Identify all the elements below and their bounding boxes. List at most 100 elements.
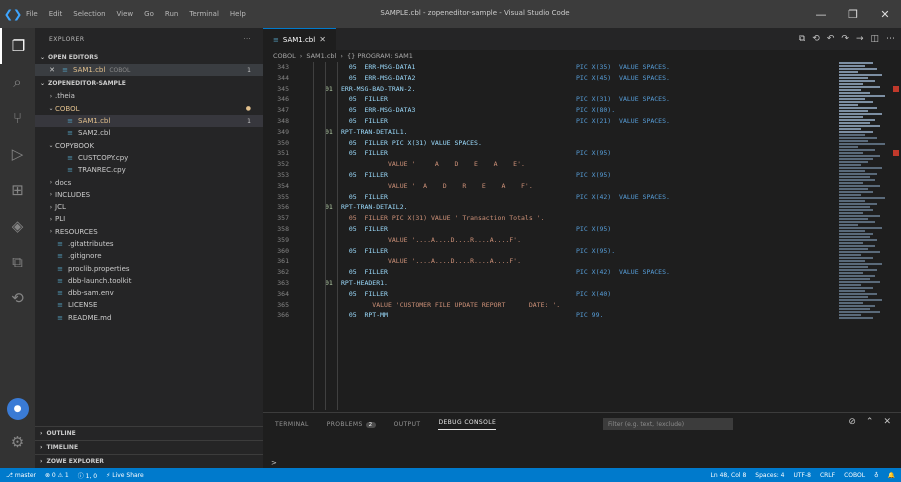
close-panel-icon[interactable]: ✕ [883,417,891,427]
status-item[interactable]: ⎇ master [6,472,36,479]
more-actions-button[interactable]: ··· [244,36,251,43]
tree-item[interactable]: › INCLUDES [35,189,263,201]
tree-item[interactable]: › JCL [35,201,263,213]
more-actions-icon[interactable]: ⋯ [886,34,895,44]
status-item[interactable]: ♁ [874,472,878,479]
source-control-icon[interactable]: ⑂ [0,100,35,136]
menu-item-view[interactable]: View [117,10,134,18]
section-zowe-explorer[interactable]: › ZOWE EXPLORER [35,454,263,468]
section-timeline[interactable]: › TIMELINE [35,440,263,454]
settings-gear-icon[interactable]: ⚙ [0,424,35,460]
section-title: TIMELINE [46,444,79,451]
status-item[interactable]: ⓘ 1, 0 [78,471,97,480]
status-item[interactable]: COBOL [844,472,865,479]
tree-item[interactable]: ≡ dbb-launch.toolkit [35,275,263,287]
tab-problems[interactable]: PROBLEMS 2 [327,421,376,428]
pic-clause: PIC X(45) VALUE SPACES. [576,73,670,82]
tree-item[interactable]: › docs [35,176,263,188]
status-item[interactable]: Spaces: 4 [755,472,784,479]
tree-item[interactable]: ≡ LICENSE [35,299,263,311]
minimap-line [839,86,880,88]
maximize-panel-icon[interactable]: ⌃ [866,417,874,427]
tree-item[interactable]: › PLI [35,213,263,225]
tree-item[interactable]: ≡ SAM2.cbl [35,127,263,139]
tree-item[interactable]: ⌄ COPYBOOK [35,139,263,151]
maximize-button[interactable]: ❐ [837,0,869,28]
minimap-line [839,194,861,196]
search-icon[interactable]: ⌕ [0,64,35,100]
menu-item-help[interactable]: Help [230,10,246,18]
next-change-icon[interactable]: ↷ [841,34,849,44]
code-lines: 343 05 ERR-MSG-DATA1 PIC X(35) VALUE SPAC… [263,62,901,321]
code-line: 351 05 FILLER PIC X(95) [263,148,901,159]
tab-output[interactable]: OUTPUT [394,421,421,428]
debug-console-filter-input[interactable]: Filter (e.g. text, !exclude) [603,418,733,430]
minimap-line [839,224,859,226]
compare-icon[interactable]: ⧉ [799,34,805,44]
status-item[interactable]: Ln 48, Col 8 [711,472,747,479]
status-item[interactable]: ⚡ Live Share [106,472,144,479]
pic-clause: PIC X(21) VALUE SPACES. [576,116,670,125]
pic-clause: PIC X(80). [576,106,616,115]
workspace-section[interactable]: ⌄ ZOPENEDITOR-SAMPLE [35,76,263,90]
breadcrumb-item[interactable]: SAM1.cbl [306,52,336,60]
tab-debug-console[interactable]: DEBUG CONSOLE [438,419,497,430]
menu-item-selection[interactable]: Selection [73,10,105,18]
minimap[interactable] [839,62,887,410]
status-item[interactable]: 🔔 [888,472,895,479]
open-editors-section[interactable]: ⌄ OPEN EDITORS [35,50,263,64]
menu-bar: File Edit Selection View Go Run Terminal Help [26,10,246,18]
section-outline[interactable]: › OUTLINE [35,426,263,440]
clear-console-icon[interactable]: ⊘ [848,417,856,427]
status-item[interactable]: ⊗ 0 ⚠ 1 [45,472,69,479]
cobol-file-icon: ≡ [273,35,279,44]
menu-item-file[interactable]: File [26,10,38,18]
tree-item[interactable]: ≡ proclib.properties [35,262,263,274]
code-line: 361 VALUE '....A....D....R....A....F'. [263,256,901,267]
run-debug-icon[interactable]: ▷ [0,136,35,172]
remote-explorer-icon[interactable]: ⧉ [0,244,35,280]
tree-item[interactable]: ≡ dbb-sam.env [35,287,263,299]
tree-item[interactable]: ≡ .gitattributes [35,238,263,250]
menu-item-run[interactable]: Run [165,10,178,18]
status-item[interactable]: UTF-8 [793,472,811,479]
tree-item[interactable]: ⌄ COBOL ● [35,103,263,115]
menu-item-terminal[interactable]: Terminal [189,10,219,18]
minimize-button[interactable]: — [805,0,837,28]
tree-item[interactable]: › .theia [35,90,263,102]
console-prompt[interactable]: > [271,459,277,467]
live-share-icon[interactable]: ⟲ [0,280,35,316]
tree-item[interactable]: ≡ TRANREC.cpy [35,164,263,176]
minimap-line [839,80,875,82]
explorer-icon[interactable]: ❐ [0,28,35,64]
forward-icon[interactable]: → [856,34,864,44]
tab-sam1-cbl[interactable]: ≡ SAM1.cbl ✕ [263,28,336,50]
tree-item[interactable]: › RESOURCES [35,226,263,238]
tree-item[interactable]: ≡ CUSTCOPY.cpy [35,152,263,164]
close-icon[interactable]: ✕ [47,66,57,74]
data-item: 05 ERR-MSG-DATA3 [341,106,416,115]
close-tab-icon[interactable]: ✕ [319,35,326,44]
go-back-icon[interactable]: ⟲ [812,34,820,44]
split-editor-icon[interactable]: ◫ [870,34,879,44]
tree-item-label: dbb-sam.env [68,289,114,298]
tab-terminal[interactable]: TERMINAL [275,421,309,428]
code-editor[interactable]: 343 05 ERR-MSG-DATA1 PIC X(35) VALUE SPAC… [263,62,901,410]
menu-item-go[interactable]: Go [144,10,154,18]
tree-item-label: PLI [55,215,66,224]
accounts-icon[interactable]: ● [6,398,29,420]
status-item[interactable]: CRLF [820,472,835,479]
zowe-icon[interactable]: ◈ [0,208,35,244]
data-item: RPT-TRAN-DETAIL2. [341,203,408,212]
breadcrumb-item[interactable]: {} PROGRAM: SAM1 [347,52,413,60]
tree-item[interactable]: ≡ SAM1.cbl 1 [35,114,263,128]
tree-item[interactable]: ≡ .gitignore [35,250,263,262]
breadcrumb-item[interactable]: COBOL [273,52,296,60]
extensions-icon[interactable]: ⊞ [0,172,35,208]
previous-change-icon[interactable]: ↶ [827,34,835,44]
menu-item-edit[interactable]: Edit [49,10,63,18]
line-number: 347 [277,106,289,115]
close-window-button[interactable]: ✕ [869,0,901,28]
open-editor-item[interactable]: ✕ ≡ SAM1.cbl COBOL 1 [35,64,263,77]
tree-item[interactable]: ≡ README.md [35,312,263,324]
